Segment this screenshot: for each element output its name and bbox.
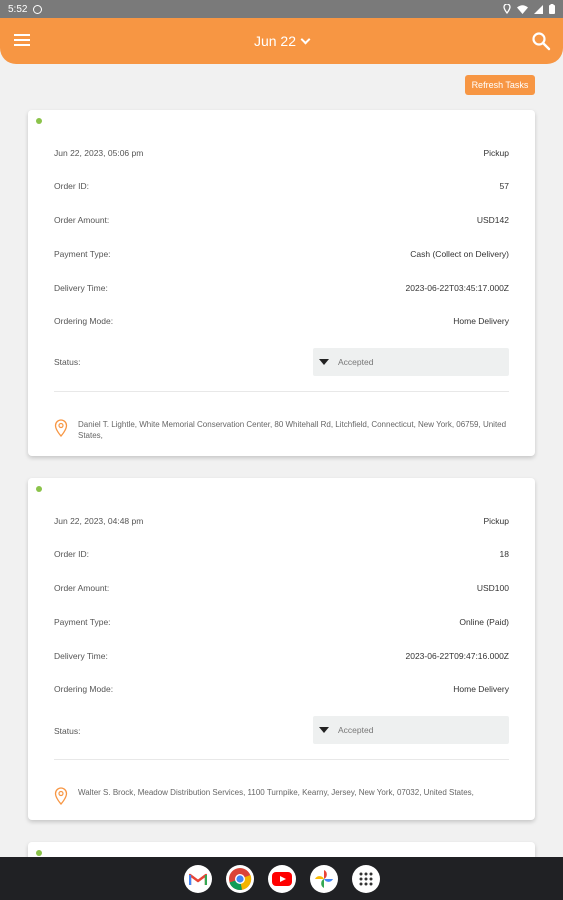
notification-icon: [33, 4, 43, 14]
order-type: Pickup: [483, 516, 509, 526]
order-amount-value: USD100: [476, 583, 509, 593]
status-dot: [36, 850, 42, 856]
search-icon[interactable]: [531, 31, 551, 51]
date-selector[interactable]: Jun 22: [253, 33, 311, 49]
page-title: Jun 22: [253, 33, 297, 49]
order-date: Jun 22, 2023, 05:06 pm: [54, 148, 144, 158]
delivery-time-label: Delivery Time:: [54, 283, 108, 293]
order-id-value: 57: [499, 181, 509, 191]
order-amount-value: USD142: [476, 215, 509, 225]
payment-type-label: Payment Type:: [54, 249, 111, 259]
order-amount-row: Order Amount: USD100: [54, 581, 509, 595]
status-dot: [36, 486, 42, 492]
ordering-mode-value: Home Delivery: [453, 316, 509, 326]
order-card[interactable]: Jun 22, 2023, 04:48 pm Pickup Order ID: …: [28, 478, 535, 820]
delivery-time-value: 2023-06-22T09:47:16.000Z: [405, 651, 510, 661]
order-id-value: 18: [499, 549, 509, 559]
app-dock: [0, 857, 563, 900]
wifi-icon: [517, 4, 528, 14]
ordering-mode-label: Ordering Mode:: [54, 684, 114, 694]
order-id-label: Order ID:: [54, 181, 89, 191]
status-dropdown[interactable]: Accepted: [313, 716, 509, 744]
location-pin-icon: [54, 787, 68, 805]
delivery-time-row: Delivery Time: 2023-06-22T03:45:17.000Z: [54, 281, 509, 295]
app-bar: Jun 22: [0, 18, 563, 64]
order-amount-row: Order Amount: USD142: [54, 213, 509, 227]
location-pin-icon: [54, 419, 68, 437]
order-type: Pickup: [483, 148, 509, 158]
delivery-time-label: Delivery Time:: [54, 651, 108, 661]
payment-type-row: Payment Type: Online (Paid): [54, 615, 509, 629]
order-amount-label: Order Amount:: [54, 583, 110, 593]
order-id-row: Order ID: 18: [54, 547, 509, 561]
apps-icon[interactable]: [351, 864, 380, 893]
ordering-mode-row: Ordering Mode: Home Delivery: [54, 682, 509, 696]
delivery-time-value: 2023-06-22T03:45:17.000Z: [405, 283, 510, 293]
dropdown-arrow-icon: [319, 359, 329, 365]
payment-type-row: Payment Type: Cash (Collect on Delivery): [54, 247, 509, 261]
order-amount-label: Order Amount:: [54, 215, 110, 225]
ordering-mode-label: Ordering Mode:: [54, 316, 114, 326]
payment-type-value: Cash (Collect on Delivery): [410, 249, 509, 259]
order-id-row: Order ID: 57: [54, 179, 509, 193]
status-value: Accepted: [338, 725, 374, 735]
payment-type-value: Online (Paid): [459, 617, 509, 627]
battery-icon: [549, 4, 555, 14]
chrome-icon[interactable]: [225, 864, 254, 893]
delivery-address[interactable]: Walter S. Brock, Meadow Distribution Ser…: [54, 787, 517, 805]
delivery-address[interactable]: Daniel T. Lightle, White Memorial Conser…: [54, 419, 517, 441]
chevron-down-icon: [300, 34, 311, 44]
status-dropdown[interactable]: Accepted: [313, 348, 509, 376]
signal-icon: [534, 4, 543, 14]
divider: [54, 391, 509, 392]
address-text: Walter S. Brock, Meadow Distribution Ser…: [78, 788, 474, 797]
status-bar: 5:52: [0, 0, 563, 18]
youtube-icon[interactable]: [267, 864, 296, 893]
location-icon: [503, 4, 511, 14]
order-header-row: Jun 22, 2023, 04:48 pm Pickup: [54, 514, 509, 528]
address-text: Daniel T. Lightle, White Memorial Conser…: [78, 420, 507, 440]
status-dot: [36, 118, 42, 124]
status-value: Accepted: [338, 357, 374, 367]
order-card[interactable]: Jun 22, 2023, 05:06 pm Pickup Order ID: …: [28, 110, 535, 456]
gmail-icon[interactable]: [183, 864, 212, 893]
menu-icon[interactable]: [14, 34, 30, 48]
dropdown-arrow-icon: [319, 727, 329, 733]
delivery-time-row: Delivery Time: 2023-06-22T09:47:16.000Z: [54, 649, 509, 663]
order-header-row: Jun 22, 2023, 05:06 pm Pickup: [54, 146, 509, 160]
status-label: Status:: [54, 726, 81, 736]
refresh-tasks-button[interactable]: Refresh Tasks: [465, 75, 535, 95]
payment-type-label: Payment Type:: [54, 617, 111, 627]
photos-icon[interactable]: [309, 864, 338, 893]
ordering-mode-value: Home Delivery: [453, 684, 509, 694]
status-label: Status:: [54, 357, 81, 367]
divider: [54, 759, 509, 760]
clock: 5:52: [8, 3, 28, 15]
ordering-mode-row: Ordering Mode: Home Delivery: [54, 314, 509, 328]
order-id-label: Order ID:: [54, 549, 89, 559]
order-date: Jun 22, 2023, 04:48 pm: [54, 516, 144, 526]
